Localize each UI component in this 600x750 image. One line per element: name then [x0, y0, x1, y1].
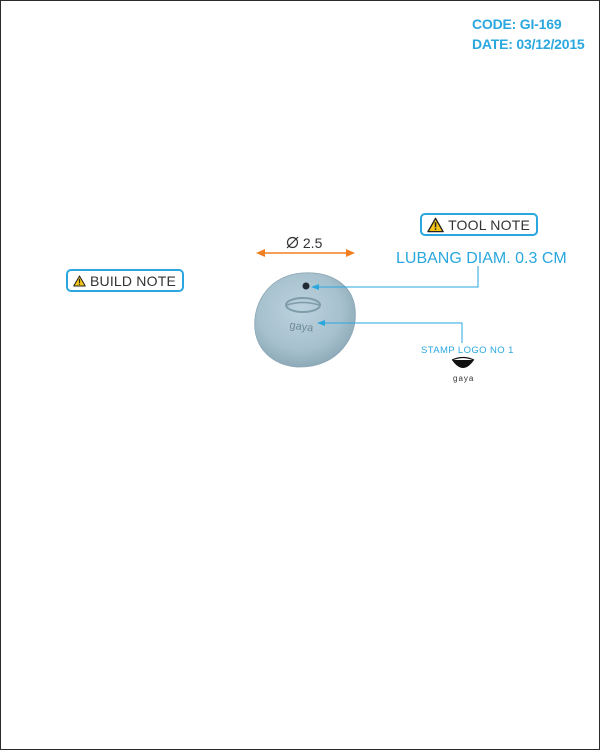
diameter-dimension: 2.5 [286, 235, 322, 251]
hole-diameter-note: LUBANG DIAM. 0.3 CM [396, 250, 567, 267]
stamp-logo-label: STAMP LOGO NO 1 [421, 345, 514, 356]
drawing-canvas: gaya [254, 249, 479, 368]
gaya-bowl-logo-icon [451, 356, 475, 368]
build-note-label: BUILD NOTE [89, 272, 176, 289]
logo-wordmark: gaya [453, 374, 475, 383]
build-note-box: BUILD NOTE [66, 269, 184, 292]
warning-triangle-icon [427, 217, 444, 232]
tool-note-box: TOOL NOTE [420, 213, 538, 236]
dimension-value: 2.5 [302, 235, 323, 251]
warning-triangle-icon [73, 274, 86, 287]
diameter-symbol-icon [286, 236, 299, 249]
tool-note-label: TOOL NOTE [448, 216, 530, 233]
